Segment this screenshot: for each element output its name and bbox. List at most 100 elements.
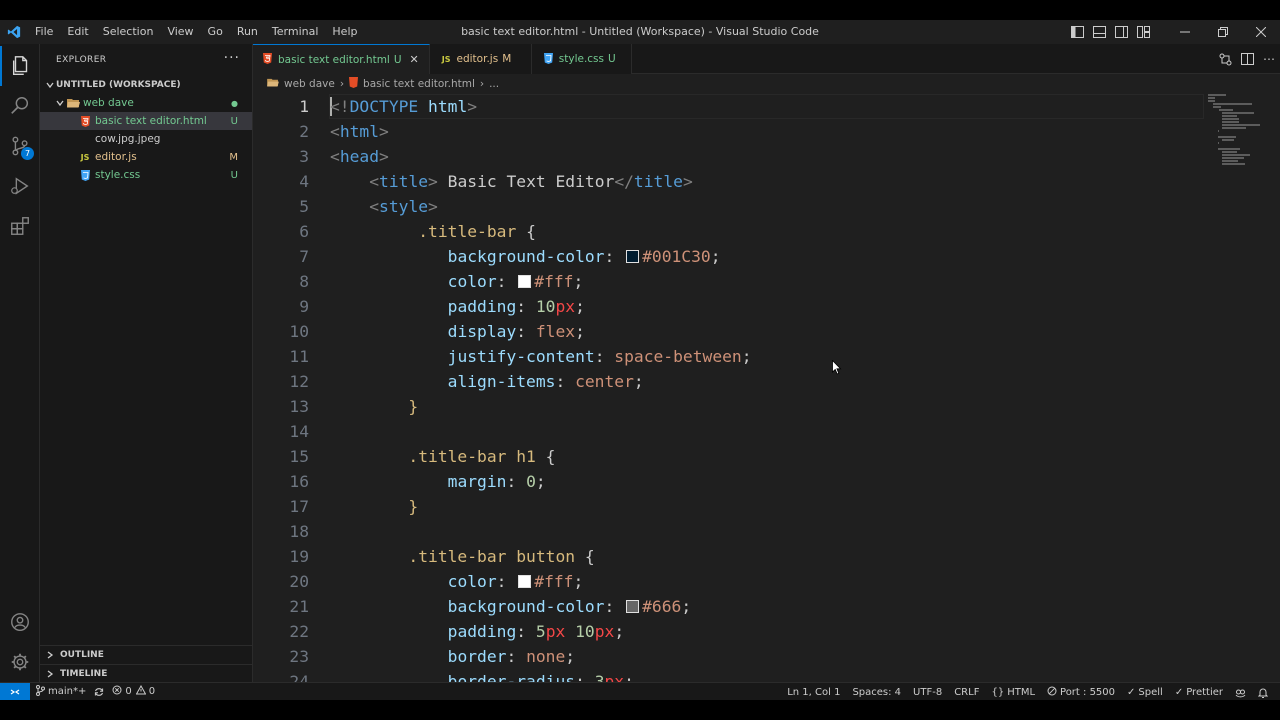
code-line[interactable]: 16 margin: 0; <box>253 469 1203 494</box>
code-line[interactable]: 21 background-color: #666; <box>253 594 1203 619</box>
code-line-text: <title> Basic Text Editor</title> <box>369 172 693 191</box>
prettier-label: Prettier <box>1186 686 1223 698</box>
code-line[interactable]: 12 align-items: center; <box>253 369 1203 394</box>
tab-basic-text-editor-html[interactable]: basic text editor.html U ✕ <box>253 44 430 74</box>
warning-count: 0 <box>148 686 156 697</box>
menu-run[interactable]: Run <box>230 20 265 44</box>
code-line[interactable]: 8 color: #fff; <box>253 269 1203 294</box>
spell-label: Spell <box>1138 686 1163 698</box>
code-line[interactable]: 7 background-color: #001C30; <box>253 244 1203 269</box>
menu-go[interactable]: Go <box>201 20 230 44</box>
breadcrumb-file[interactable]: basic text editor.html <box>363 78 475 90</box>
code-line[interactable]: 17 } <box>253 494 1203 519</box>
code-line[interactable]: 11 justify-content: space-between; <box>253 344 1203 369</box>
cursor-position[interactable]: Ln 1, Col 1 <box>781 687 846 698</box>
code-line[interactable]: 1 <!DOCTYPE html> <box>253 94 1203 119</box>
line-number: 18 <box>289 522 309 541</box>
run-debug-icon[interactable] <box>0 166 40 206</box>
workspace-root[interactable]: UNTITLED (WORKSPACE) <box>40 76 252 94</box>
menu-bar: File Edit Selection View Go Run Terminal… <box>28 20 364 44</box>
code-line[interactable]: 6 .title-bar { <box>253 219 1203 244</box>
notifications-bell-icon[interactable] <box>1252 687 1274 698</box>
minimap-line <box>1212 106 1222 108</box>
close-tab-icon[interactable]: ✕ <box>410 53 419 66</box>
code-line[interactable]: 2 <html> <box>253 119 1203 144</box>
account-icon[interactable] <box>0 602 40 642</box>
source-control-icon[interactable]: 7 <box>0 126 40 166</box>
code-line[interactable]: 23 border: none; <box>253 644 1203 669</box>
code-line[interactable]: 24 border-radius: 3px; <box>253 669 1203 682</box>
encoding[interactable]: UTF-8 <box>907 687 948 698</box>
breadcrumb-folder[interactable]: web dave <box>284 78 335 90</box>
code-line[interactable]: 18 <box>253 519 1203 544</box>
minimap-line <box>1222 163 1246 165</box>
file-basic-text-editor-html[interactable]: basic text editor.html U <box>40 112 252 130</box>
code-line[interactable]: 9 padding: 10px; <box>253 294 1203 319</box>
line-number: 10 <box>289 322 309 341</box>
timeline-section[interactable]: TIMELINE <box>40 664 252 682</box>
problems-indicator[interactable]: 0 0 <box>106 684 161 698</box>
code-line[interactable]: 3 <head> <box>253 144 1203 169</box>
menu-selection[interactable]: Selection <box>96 20 161 44</box>
tab-style-css[interactable]: style.css U <box>531 44 632 74</box>
file-cow-jpg-jpeg[interactable]: cow.jpg.jpeg <box>40 130 252 148</box>
sync-icon[interactable] <box>92 687 106 697</box>
copilot-icon[interactable] <box>1229 687 1252 698</box>
indentation[interactable]: Spaces: 4 <box>846 687 907 698</box>
menu-edit[interactable]: Edit <box>60 20 95 44</box>
code-line[interactable]: 5 <style> <box>253 194 1203 219</box>
tab-status: U <box>393 53 402 66</box>
code-line[interactable]: 22 padding: 5px 10px; <box>253 619 1203 644</box>
end-of-line[interactable]: CRLF <box>948 687 985 698</box>
split-editor-icon[interactable] <box>1236 44 1258 74</box>
toggle-panel-icon[interactable] <box>1088 20 1110 44</box>
close-window-icon[interactable] <box>1242 20 1280 44</box>
file-style-css[interactable]: style.css U <box>40 166 252 184</box>
search-icon[interactable] <box>0 86 40 126</box>
spell-check[interactable]: ✓ Spell <box>1121 687 1169 698</box>
minimize-icon[interactable] <box>1166 20 1204 44</box>
compare-changes-icon[interactable] <box>1214 44 1236 74</box>
restore-icon[interactable] <box>1204 20 1242 44</box>
html-file-icon <box>78 115 92 127</box>
live-server-port[interactable]: Port : 5500 <box>1041 686 1121 699</box>
menu-terminal[interactable]: Terminal <box>265 20 326 44</box>
remote-indicator-icon[interactable] <box>0 682 30 701</box>
code-editor[interactable]: 1 <!DOCTYPE html> 2 <html> 3 <head> 4 <title> … <box>253 94 1213 682</box>
extensions-icon[interactable] <box>0 206 40 246</box>
css-file-icon <box>78 169 92 181</box>
minimap-line <box>1208 100 1216 102</box>
toggle-primary-sidebar-icon[interactable] <box>1066 20 1088 44</box>
menu-view[interactable]: View <box>160 20 200 44</box>
more-actions-icon[interactable]: ⋯ <box>1258 44 1280 74</box>
file-editor-js[interactable]: JS editor.js M <box>40 148 252 166</box>
breadcrumb-more[interactable]: ... <box>489 78 499 90</box>
code-line[interactable]: 20 color: #fff; <box>253 569 1203 594</box>
code-line[interactable]: 14 <box>253 419 1203 444</box>
minimap-line <box>1222 121 1240 123</box>
toggle-secondary-sidebar-icon[interactable] <box>1110 20 1132 44</box>
code-line[interactable]: 10 display: flex; <box>253 319 1203 344</box>
braces-icon: {} <box>991 686 1005 698</box>
menu-file[interactable]: File <box>28 20 60 44</box>
gear-icon[interactable] <box>0 642 40 682</box>
code-line[interactable]: 13 } <box>253 394 1203 419</box>
explorer-more-icon[interactable]: ··· <box>224 50 240 66</box>
chevron-right-icon: › <box>339 78 345 90</box>
outline-section[interactable]: OUTLINE <box>40 645 252 663</box>
code-line[interactable]: 19 .title-bar button { <box>253 544 1203 569</box>
tab-editor-js[interactable]: JS editor.js M <box>429 44 532 74</box>
explorer-icon[interactable] <box>0 46 40 86</box>
code-line[interactable]: 15 .title-bar h1 { <box>253 444 1203 469</box>
menu-help[interactable]: Help <box>325 20 364 44</box>
chevron-down-icon <box>44 81 56 89</box>
code-line[interactable]: 4 <title> Basic Text Editor</title> <box>253 169 1203 194</box>
language-mode[interactable]: {} HTML <box>985 687 1041 698</box>
line-number: 11 <box>289 347 309 366</box>
customize-layout-icon[interactable] <box>1132 20 1154 44</box>
prettier-status[interactable]: ✓ Prettier <box>1169 687 1229 698</box>
branch-indicator[interactable]: main*+ <box>30 684 92 699</box>
folder-web-dave[interactable]: web dave ● <box>40 94 252 112</box>
activity-bar: 7 <box>0 44 40 682</box>
minimap[interactable] <box>1208 94 1272 254</box>
